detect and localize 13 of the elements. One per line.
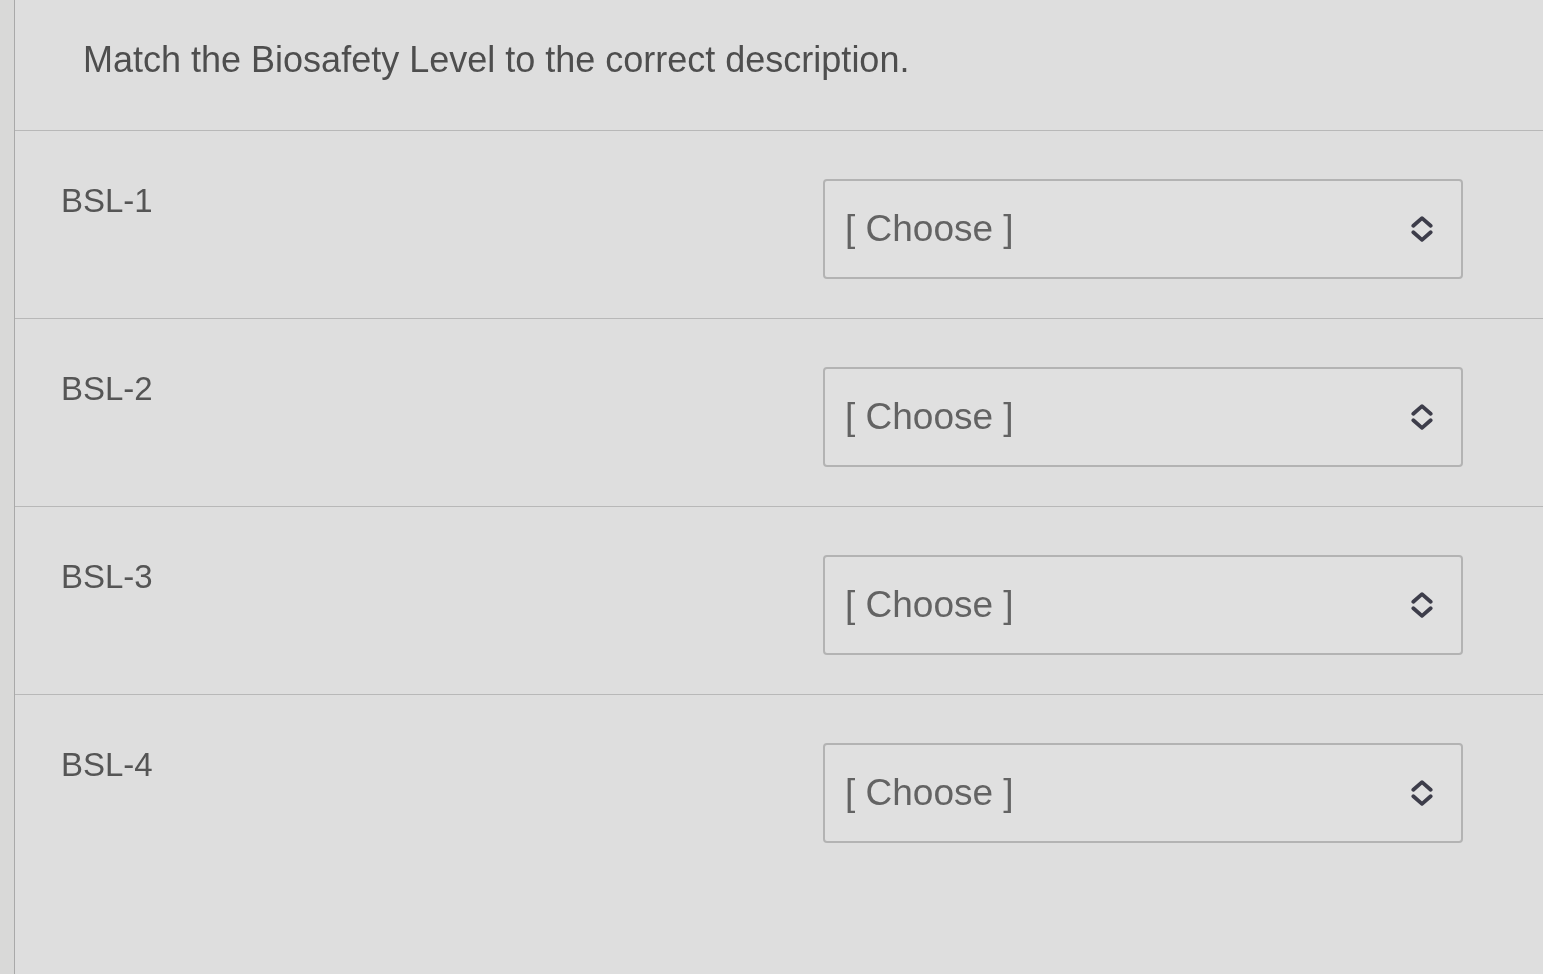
level-label: BSL-2 xyxy=(61,369,153,409)
answer-dropdown[interactable]: [ Choose ] xyxy=(823,555,1463,655)
answer-dropdown[interactable]: [ Choose ] xyxy=(823,743,1463,843)
level-label: BSL-3 xyxy=(61,557,153,597)
answer-dropdown[interactable]: [ Choose ] xyxy=(823,367,1463,467)
answer-dropdown[interactable]: [ Choose ] xyxy=(823,179,1463,279)
level-label: BSL-1 xyxy=(61,181,153,221)
level-label: BSL-4 xyxy=(61,745,153,785)
up-down-chevron-icon xyxy=(1411,780,1433,806)
up-down-chevron-icon xyxy=(1411,592,1433,618)
up-down-chevron-icon xyxy=(1411,216,1433,242)
question-text: Match the Biosafety Level to the correct description. xyxy=(83,38,910,82)
up-down-chevron-icon xyxy=(1411,404,1433,430)
